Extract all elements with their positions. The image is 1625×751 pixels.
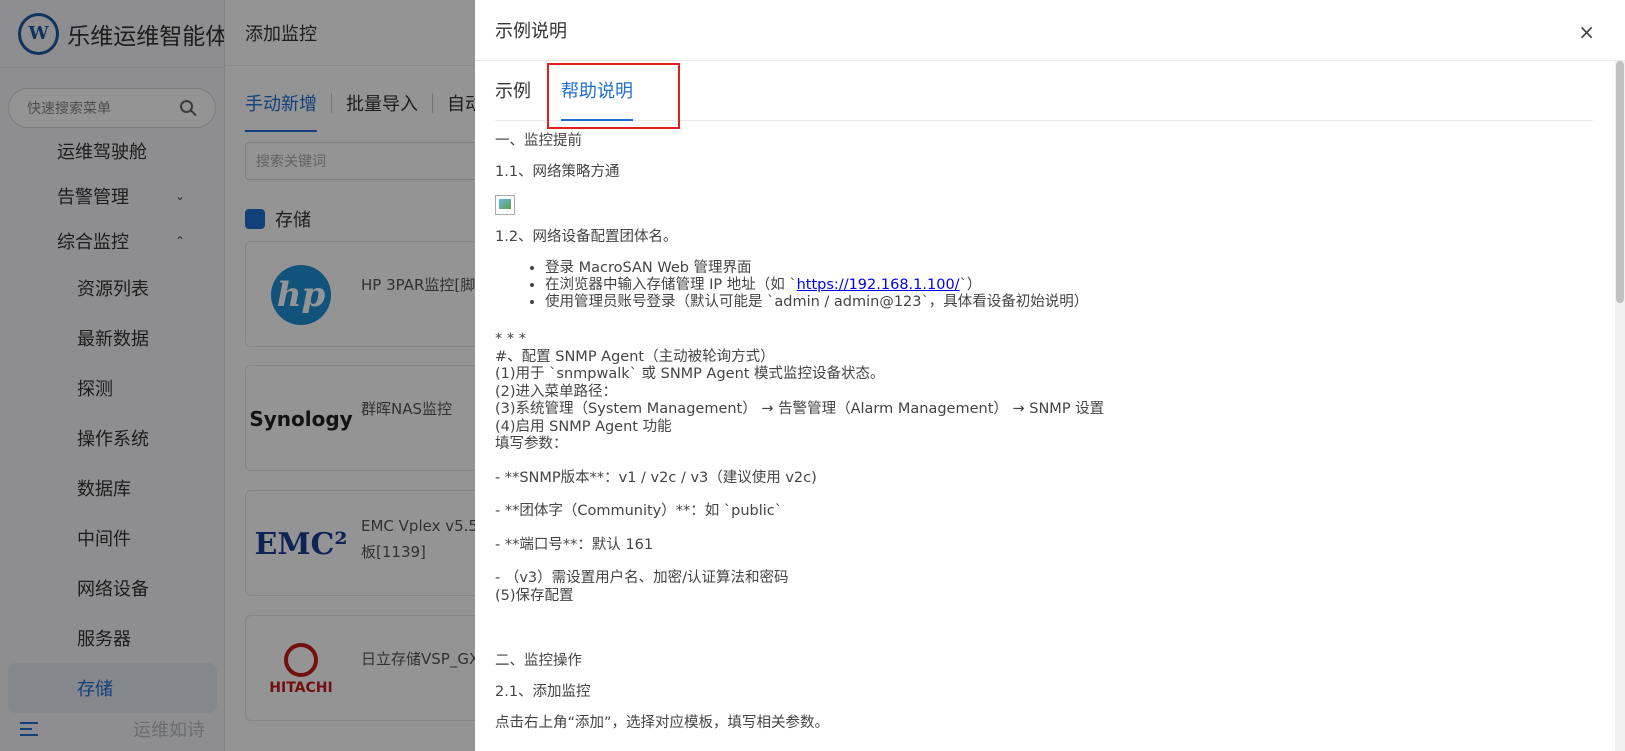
config-line: (3)系统管理（System Management） → 告警管理（Alarm … [495,401,1105,417]
config-param: - （v3）需设置用户名、加密/认证算法和密码 [495,570,789,586]
list-item: 登录 MacroSAN Web 管理界面 [545,260,1605,277]
subheading-add-monitor: 2.1、添加监控 [495,684,591,700]
list-item-text: `） [959,277,982,293]
ip-link[interactable]: https://192.168.1.100/ [797,277,960,293]
config-line: 填写参数： [495,436,568,452]
snmp-config-block: * * * #、配置 SNMP Agent（主动被轮询方式） (1)用于 `sn… [495,331,1605,605]
config-line: (5)保存配置 [495,587,574,604]
add-monitor-instructions: 点击右上角“添加”，选择对应模板，填写相关参数。 [495,715,830,731]
config-param: - **SNMP版本**：v1 / v2c / v3（建议使用 v2c) [495,469,817,486]
tab-example[interactable]: 示例 [495,60,531,120]
broken-image-icon [495,195,515,215]
drawer-header: 示例说明 × [475,0,1625,61]
help-content: 一、监控提前 1.1、网络策略方通 1.2、网络设备配置团体名。 登录 Macr… [475,121,1625,732]
config-line: (2)进入菜单路径： [495,383,618,400]
list-item: 在浏览器中输入存储管理 IP 地址（如 `https://192.168.1.1… [545,277,1605,294]
list-item-text: 在浏览器中输入存储管理 IP 地址（如 ` [545,277,797,293]
config-line: (1)用于 `snmpwalk` 或 SNMP Agent 模式监控设备状态。 [495,366,885,382]
config-param: - **团体字（Community）**：如 `public` [495,503,782,519]
subheading-network-policy: 1.1、网络策略方通 [495,164,620,180]
login-steps-list: 登录 MacroSAN Web 管理界面 在浏览器中输入存储管理 IP 地址（如… [545,260,1605,311]
list-item: 使用管理员账号登录（默认可能是 `admin / admin@123`，具体看设… [545,294,1605,311]
config-line: (4)启用 SNMP Agent 功能 [495,418,672,435]
drawer-scrollbar[interactable] [1615,61,1625,751]
heading-operations: 二、监控操作 [495,653,582,669]
separator-text: * * * [495,331,526,347]
drawer-title: 示例说明 [495,21,567,42]
config-param: - **端口号**：默认 161 [495,536,654,553]
heading-prerequisites: 一、监控提前 [495,133,582,149]
close-icon[interactable]: × [1578,20,1595,44]
highlight-box [547,63,680,129]
subheading-community: 1.2、网络设备配置团体名。 [495,229,678,245]
config-line: #、配置 SNMP Agent（主动被轮询方式） [495,348,775,365]
scrollbar-thumb[interactable] [1616,61,1624,303]
